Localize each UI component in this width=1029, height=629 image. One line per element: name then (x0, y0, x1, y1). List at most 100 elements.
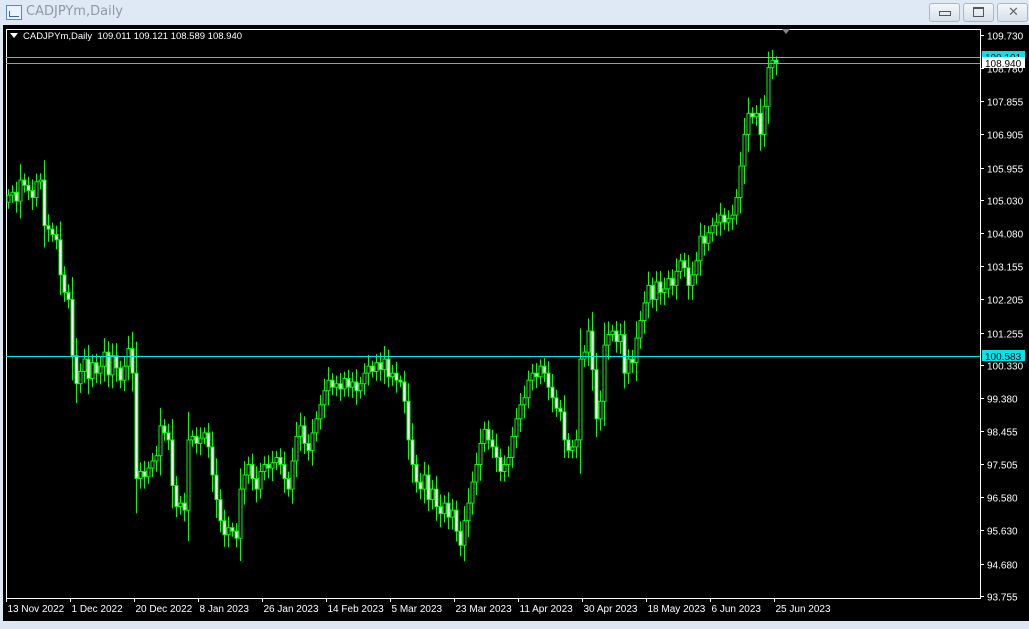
candle-body (602, 344, 607, 402)
candle-body (6, 194, 11, 203)
candle-body (318, 404, 323, 420)
dropdown-triangle-icon[interactable] (10, 33, 18, 38)
candle-body (74, 355, 79, 385)
candle-body (278, 456, 283, 465)
candle-body (98, 365, 103, 374)
candle-body (642, 302, 647, 322)
candle-body (394, 372, 399, 381)
x-tick-label: 6 Jun 2023 (712, 604, 762, 615)
price-label: 108.940 (985, 59, 1022, 70)
chart-shift-marker-icon (782, 29, 790, 34)
minimize-button[interactable] (929, 3, 960, 22)
candle-body (274, 456, 279, 464)
candle-body (86, 358, 91, 379)
candle-body (110, 355, 115, 376)
candle-body (94, 362, 99, 374)
candle-body (466, 502, 471, 522)
candle-body (698, 235, 703, 262)
chart-legend: CADJPYm,Daily 109.011 109.121 108.589 10… (10, 31, 242, 42)
candle-body (378, 362, 383, 371)
x-tick-label: 5 Mar 2023 (392, 604, 443, 615)
candle-body (58, 239, 63, 276)
candle-body (750, 112, 755, 118)
x-tick-label: 8 Jan 2023 (200, 604, 250, 615)
maximize-button[interactable] (963, 3, 994, 22)
y-tick-label: 103.155 (987, 263, 1024, 274)
candle-body (382, 358, 387, 371)
y-tick-label: 109.730 (987, 32, 1024, 43)
candle-body (430, 488, 435, 501)
candle-body (234, 530, 239, 539)
y-tick-label: 100.330 (987, 362, 1024, 373)
candle-body (122, 365, 127, 381)
candle-body (494, 446, 499, 458)
candle-body (170, 439, 175, 487)
candle-body (658, 281, 663, 293)
candle-body (678, 260, 683, 272)
candle-body (330, 379, 335, 388)
y-tick-label: 105.030 (987, 197, 1024, 208)
candle-body (114, 355, 119, 369)
candle-body (222, 520, 227, 536)
candle-body (594, 369, 599, 420)
candle-body (198, 437, 203, 444)
candle-body (266, 463, 271, 469)
candle-body (478, 442, 483, 465)
candle-body (766, 67, 771, 107)
candle-body (562, 411, 567, 441)
x-tick-label: 11 Apr 2023 (520, 604, 574, 615)
candle-body (498, 456, 503, 473)
x-tick-label: 26 Jan 2023 (264, 604, 319, 615)
candle-body (774, 59, 779, 64)
candle-body (450, 509, 455, 518)
x-tick-label: 30 Apr 2023 (584, 604, 638, 615)
legend-symbol: CADJPYm,Daily (23, 31, 93, 42)
candle-body (530, 372, 535, 381)
candle-body (534, 372, 539, 378)
candle-body (82, 358, 87, 372)
candle-body (250, 463, 255, 480)
candle-body (334, 383, 339, 388)
candle-body (134, 372, 139, 480)
candle-body (470, 481, 475, 504)
candle-body (542, 365, 547, 374)
candle-body (306, 442, 311, 451)
candle-body (342, 377, 347, 390)
candle-body (226, 527, 231, 536)
candle-body (426, 474, 431, 501)
candle-body (358, 383, 363, 392)
candle-body (514, 418, 519, 437)
candle-body (486, 428, 491, 441)
candle-body (718, 214, 723, 223)
candle-body (442, 502, 447, 515)
candle-body (66, 291, 71, 300)
candle-body (174, 485, 179, 508)
candle-body (502, 463, 507, 473)
y-tick-label: 101.255 (987, 330, 1024, 341)
candle-body (314, 418, 319, 434)
y-tick-label: 94.680 (987, 561, 1018, 572)
candle-body (654, 281, 659, 300)
legend-ohlc: 109.011 109.121 108.589 108.940 (97, 31, 243, 42)
close-button[interactable]: ✕ (997, 3, 1028, 22)
candle-body (102, 351, 107, 367)
candle-body (62, 274, 67, 293)
candle-body (18, 179, 23, 202)
candle-body (638, 320, 643, 339)
candle-body (354, 381, 359, 392)
x-tick-label: 1 Dec 2022 (72, 604, 124, 615)
candle-body (286, 478, 291, 490)
candle-body (54, 233, 59, 241)
candle-body (346, 377, 351, 388)
candle-body (398, 379, 403, 383)
candlestick-chart[interactable]: 109.730108.780107.855106.905105.955105.0… (3, 25, 1029, 621)
plot-frame (6, 29, 981, 599)
candle-body (190, 435, 195, 441)
y-tick-label: 95.630 (987, 527, 1018, 538)
candle-body (118, 367, 123, 381)
candle-body (490, 439, 495, 448)
y-tick-label: 97.505 (987, 461, 1018, 472)
candle-body (270, 462, 275, 469)
candle-body (614, 330, 619, 343)
chart-area[interactable]: 109.730 108.780 107.855 106.905 105.955 105.0… (3, 25, 1029, 621)
